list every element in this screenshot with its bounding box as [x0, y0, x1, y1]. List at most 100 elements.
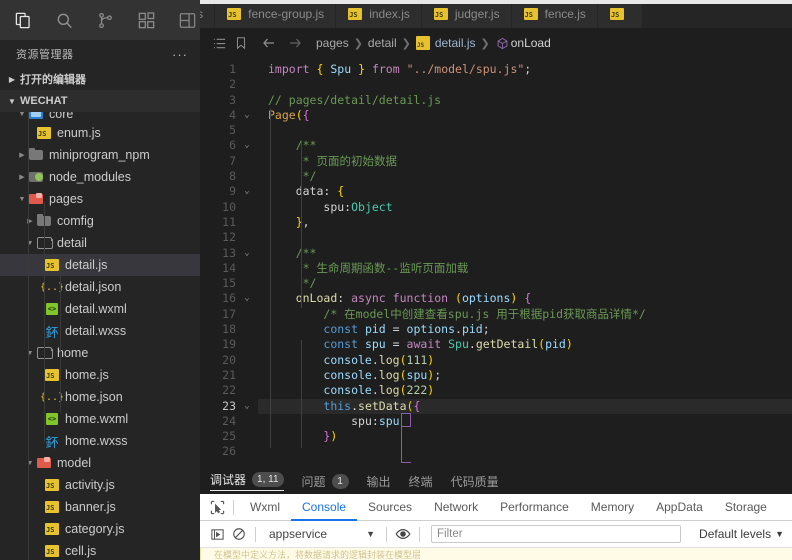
- line-number-row[interactable]: 26: [200, 444, 258, 459]
- tree-item-detail-wxml[interactable]: ▶detail.wxml: [0, 298, 200, 320]
- code-line[interactable]: onLoad: async function (options) {: [258, 291, 792, 306]
- code-line[interactable]: Page({: [258, 108, 792, 123]
- chevron-right-icon[interactable]: ▶: [24, 217, 36, 225]
- code-line[interactable]: },: [258, 215, 792, 230]
- fold-chevron-icon[interactable]: ⌄: [236, 184, 258, 199]
- editor-tab[interactable]: fence-group.js: [215, 0, 337, 28]
- devtools-tab-network[interactable]: Network: [423, 494, 489, 521]
- clear-console-icon[interactable]: [228, 523, 250, 545]
- tree-item-core[interactable]: ▼ core: [0, 112, 200, 122]
- editor-tab[interactable]: fence.js: [511, 0, 598, 28]
- panel-tab[interactable]: 代码质量: [451, 473, 499, 490]
- line-number-row[interactable]: 23 ⌄: [200, 399, 258, 414]
- tree-item-comfig[interactable]: ▶ comfig: [0, 210, 200, 232]
- line-number-row[interactable]: 20: [200, 353, 258, 368]
- tree-item-detail-wxss[interactable]: ▶detail.wxss: [0, 320, 200, 342]
- fold-chevron-icon[interactable]: ⌄: [236, 138, 258, 153]
- chevron-down-icon[interactable]: ▼: [24, 240, 36, 247]
- tree-item-home[interactable]: ▼ home: [0, 342, 200, 364]
- line-number-row[interactable]: 2: [200, 77, 258, 92]
- step-icon[interactable]: [206, 523, 228, 545]
- tree-item-category-js[interactable]: ▶category.js: [0, 518, 200, 540]
- tree-item-cell-js[interactable]: ▶cell.js: [0, 540, 200, 560]
- breadcrumb-file[interactable]: detail.js: [435, 36, 476, 50]
- breadcrumb-symbol[interactable]: onLoad: [511, 36, 551, 50]
- line-number-row[interactable]: 12: [200, 230, 258, 245]
- line-number-row[interactable]: 21: [200, 368, 258, 383]
- explorer-icon[interactable]: [14, 9, 33, 31]
- code-line[interactable]: */: [258, 276, 792, 291]
- line-number-row[interactable]: 16 ⌄: [200, 291, 258, 306]
- code-line[interactable]: const pid = options.pid;: [258, 322, 792, 337]
- console-context-select[interactable]: appservice ▼: [261, 527, 381, 541]
- open-editors-section[interactable]: ▶ 打开的编辑器: [0, 68, 200, 90]
- fold-chevron-icon[interactable]: ⌄: [236, 246, 258, 261]
- code-line[interactable]: /**: [258, 138, 792, 153]
- line-number-row[interactable]: 6 ⌄: [200, 138, 258, 153]
- code-line[interactable]: /**: [258, 246, 792, 261]
- line-number-row[interactable]: 8: [200, 169, 258, 184]
- code-line[interactable]: import { Spu } from "../model/spu.js";: [258, 62, 792, 77]
- go-forward-icon[interactable]: [284, 32, 306, 54]
- line-number-row[interactable]: 24: [200, 414, 258, 429]
- devtools-tab-storage[interactable]: Storage: [714, 494, 778, 521]
- chevron-down-icon[interactable]: ▼: [24, 350, 36, 357]
- code-line[interactable]: console.log(111): [258, 353, 792, 368]
- line-number-row[interactable]: 19: [200, 337, 258, 352]
- console-levels-select[interactable]: Default levels ▼: [699, 527, 784, 541]
- panel-tab[interactable]: 终端: [409, 473, 433, 490]
- code-line[interactable]: console.log(spu);: [258, 368, 792, 383]
- tree-item-home-json[interactable]: ▶home.json: [0, 386, 200, 408]
- code-line[interactable]: [258, 230, 792, 245]
- fold-chevron-icon[interactable]: ⌄: [236, 399, 258, 414]
- line-number-row[interactable]: 3: [200, 93, 258, 108]
- code-line[interactable]: data: {: [258, 184, 792, 199]
- tree-item-home-wxml[interactable]: ▶home.wxml: [0, 408, 200, 430]
- tree-item-home-wxss[interactable]: ▶home.wxss: [0, 430, 200, 452]
- line-number-row[interactable]: 22: [200, 383, 258, 398]
- outline-icon[interactable]: [208, 32, 230, 54]
- fold-chevron-icon[interactable]: ⌄: [236, 291, 258, 306]
- eye-icon[interactable]: [392, 523, 414, 545]
- panel-tab[interactable]: 调试器 1, 11: [210, 471, 284, 491]
- tree-item-miniprogram-npm[interactable]: ▶ miniprogram_npm: [0, 144, 200, 166]
- tree-item-detail[interactable]: ▼ detail: [0, 232, 200, 254]
- tree-item-node-modules[interactable]: ▶ node_modules: [0, 166, 200, 188]
- line-number-row[interactable]: 13 ⌄: [200, 246, 258, 261]
- code-line[interactable]: this.setData({: [258, 398, 792, 414]
- devtools-tab-performance[interactable]: Performance: [489, 494, 580, 521]
- console-message[interactable]: 在模型中定义方法，将数据请求的逻辑封装在模型层: [200, 548, 792, 560]
- line-number-row[interactable]: 7: [200, 154, 258, 169]
- code-line[interactable]: // pages/detail/detail.js: [258, 93, 792, 108]
- source-control-icon[interactable]: [96, 9, 115, 31]
- code-content[interactable]: import { Spu } from "../model/spu.js"; /…: [258, 58, 792, 468]
- bookmark-icon[interactable]: [230, 32, 252, 54]
- code-line[interactable]: console.log(222): [258, 383, 792, 398]
- file-tree[interactable]: ▼core▶enum.js▶miniprogram_npm▶node_modul…: [0, 112, 200, 560]
- line-number-row[interactable]: 5: [200, 123, 258, 138]
- editor-tab[interactable]: index.js: [336, 0, 422, 28]
- line-number-row[interactable]: 9 ⌄: [200, 184, 258, 199]
- devtools-tab-appdata[interactable]: AppData: [645, 494, 714, 521]
- chevron-down-icon[interactable]: ▼: [16, 196, 28, 203]
- line-number-row[interactable]: 10: [200, 200, 258, 215]
- chevron-right-icon[interactable]: ▶: [16, 151, 28, 159]
- chevron-down-icon[interactable]: ▼: [16, 112, 28, 118]
- extensions-icon[interactable]: [137, 9, 156, 31]
- code-line[interactable]: [258, 444, 792, 459]
- editor-tab[interactable]: egory.js: [200, 0, 216, 28]
- tree-item-home-js[interactable]: ▶home.js: [0, 364, 200, 386]
- tree-item-activity-js[interactable]: ▶activity.js: [0, 474, 200, 496]
- layout-icon[interactable]: [178, 9, 197, 31]
- line-number-row[interactable]: 4 ⌄: [200, 108, 258, 123]
- line-number-row[interactable]: 17: [200, 307, 258, 322]
- chevron-down-icon[interactable]: ▼: [24, 460, 36, 467]
- editor-tab[interactable]: [597, 0, 643, 28]
- panel-tab[interactable]: 问题 1: [302, 473, 349, 490]
- code-line[interactable]: [258, 77, 792, 92]
- panel-tab-bar[interactable]: 调试器 1, 11 问题 1 输出 终端 代码质量: [200, 468, 792, 494]
- line-number-gutter[interactable]: 1 2 3 4 ⌄ 5 6 ⌄ 7 8 9 ⌄ 10 11 12 13 ⌄ 14 15 16 ⌄ 17 18 19 20 21 22…: [200, 58, 258, 468]
- fold-chevron-icon[interactable]: ⌄: [236, 108, 258, 123]
- code-editor[interactable]: 1 2 3 4 ⌄ 5 6 ⌄ 7 8 9 ⌄ 10 11 12 13 ⌄ 14 15 16 ⌄ 17 18 19 20 21 22…: [200, 58, 792, 468]
- devtools-tab-sources[interactable]: Sources: [357, 494, 423, 521]
